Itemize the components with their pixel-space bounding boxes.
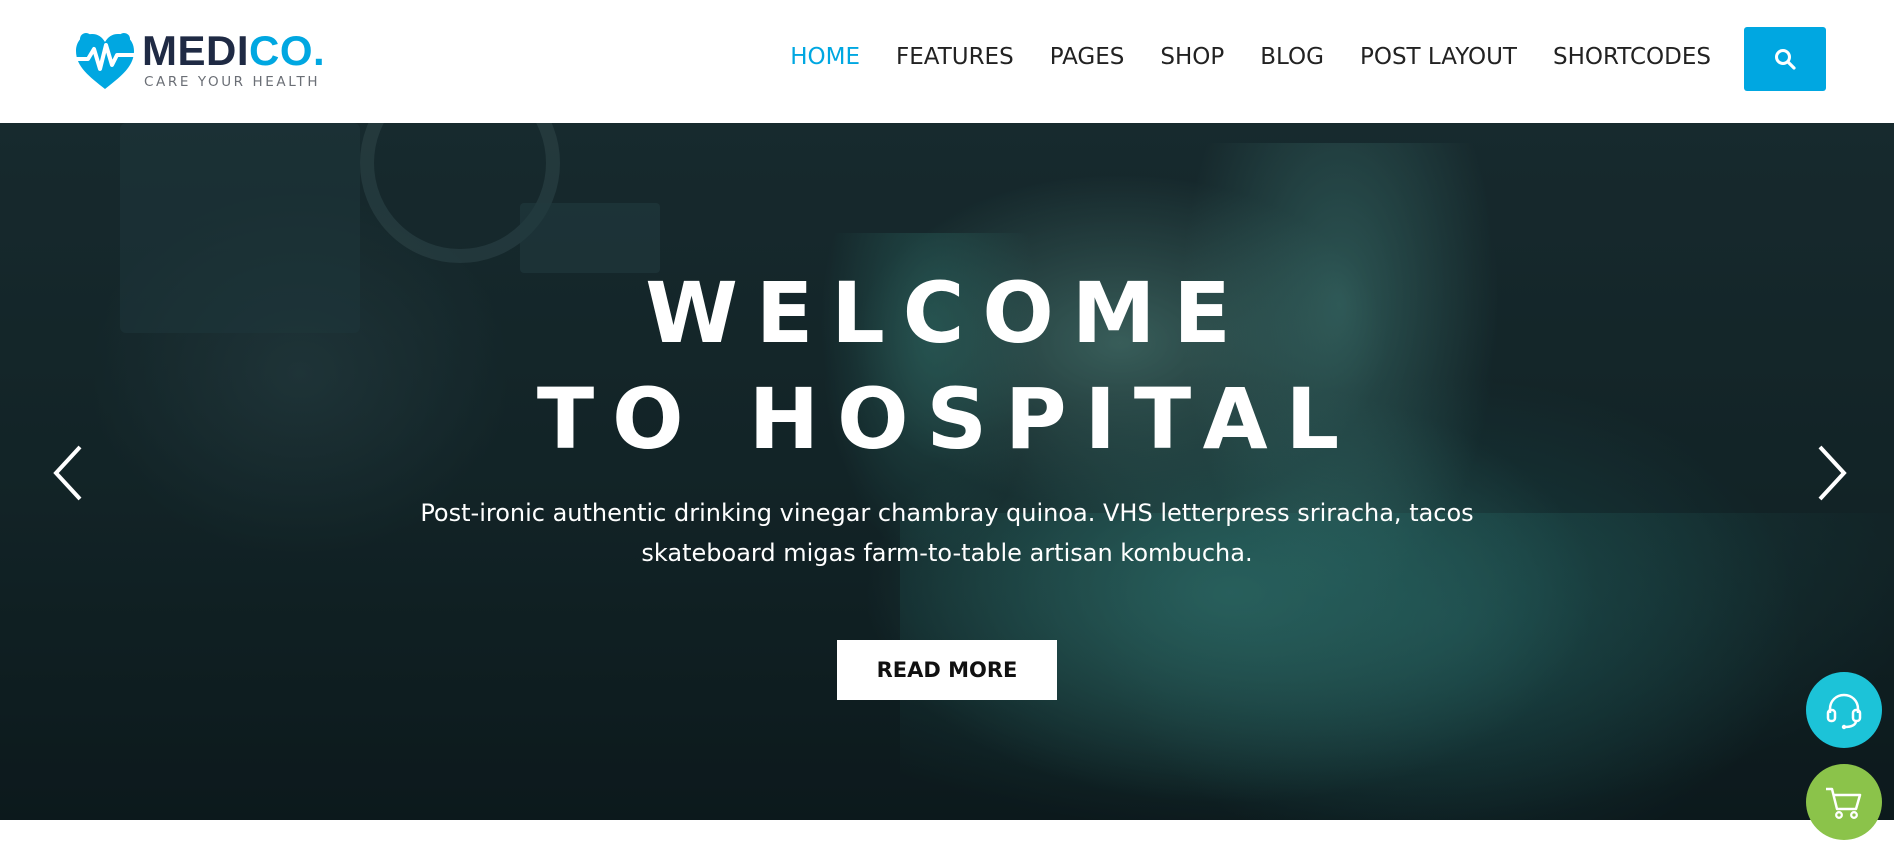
brand-name-main: MEDI xyxy=(142,27,249,74)
chevron-right-icon xyxy=(1818,445,1847,501)
nav-item-blog[interactable]: BLOG xyxy=(1260,44,1324,70)
slider-prev-button[interactable] xyxy=(50,443,90,503)
brand-name-accent: CO. xyxy=(249,27,326,74)
site-header: MEDICO. CARE YOUR HEALTH HOME FEATURES P… xyxy=(0,0,1894,123)
hero-description-line1: Post-ironic authentic drinking vinegar c… xyxy=(420,499,1474,527)
nav-item-pages[interactable]: PAGES xyxy=(1050,44,1125,70)
hero-description: Post-ironic authentic drinking vinegar c… xyxy=(397,493,1497,573)
cart-icon xyxy=(1826,787,1862,819)
nav-item-post-layout[interactable]: POST LAYOUT xyxy=(1360,44,1517,70)
search-icon xyxy=(1775,49,1796,70)
chevron-left-icon xyxy=(53,445,82,501)
logo-text: MEDICO. CARE YOUR HEALTH xyxy=(142,30,325,91)
headset-icon xyxy=(1826,693,1862,730)
read-more-button[interactable]: READ MORE xyxy=(837,640,1057,700)
nav-item-features[interactable]: FEATURES xyxy=(896,44,1014,70)
hero-title-line1: WELCOME xyxy=(645,264,1249,362)
hero-title-line2: TO HOSPITAL xyxy=(536,370,1358,468)
hero-description-line2: skateboard migas farm-to-table artisan k… xyxy=(641,539,1253,567)
nav-item-shop[interactable]: SHOP xyxy=(1160,44,1224,70)
brand-name: MEDICO. xyxy=(142,30,325,72)
nav-item-shortcodes[interactable]: SHORTCODES xyxy=(1553,44,1711,70)
heart-pulse-logo-icon xyxy=(72,33,138,89)
slider-next-button[interactable] xyxy=(1810,443,1850,503)
cart-button[interactable] xyxy=(1806,764,1882,840)
search-button[interactable] xyxy=(1744,27,1826,91)
brand-tagline: CARE YOUR HEALTH xyxy=(144,74,321,90)
nav-item-home[interactable]: HOME xyxy=(790,44,860,70)
hero-overlay xyxy=(0,123,1894,820)
logo[interactable]: MEDICO. CARE YOUR HEALTH xyxy=(70,24,325,96)
support-button[interactable] xyxy=(1806,672,1882,748)
main-nav: HOME FEATURES PAGES SHOP BLOG POST LAYOU… xyxy=(754,44,1711,70)
hero-slider: WELCOME TO HOSPITAL Post-ironic authenti… xyxy=(0,123,1894,820)
